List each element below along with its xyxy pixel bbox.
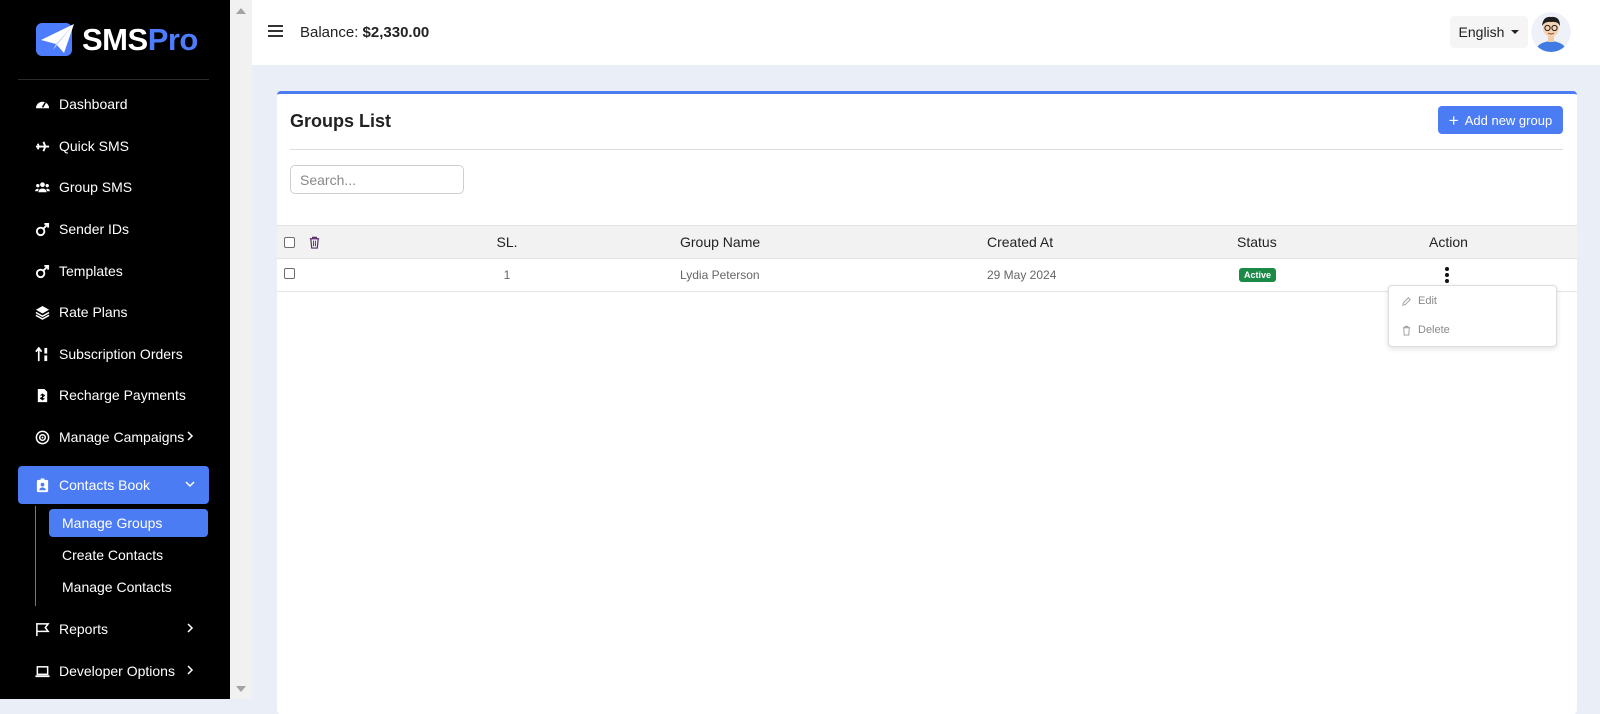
balance-value: $2,330.00 (362, 24, 430, 41)
sidebar-item-label: Templates (59, 263, 123, 279)
sidebar-item-manage-campaigns[interactable]: Manage Campaigns (18, 418, 209, 456)
sidebar-item-label: Contacts Book (59, 477, 151, 493)
balance-display: Balance: $2,330.00 (300, 24, 429, 41)
sidebar-subitem-manage-contacts[interactable]: Manage Contacts (49, 573, 208, 601)
chevron-right-icon (187, 665, 194, 675)
sort-icon (35, 346, 50, 362)
add-new-group-label: Add new group (1464, 112, 1553, 128)
plus-icon: + (1448, 110, 1459, 130)
action-dropdown-menu: Edit Delete (1388, 285, 1557, 347)
sidebar-item-reports[interactable]: Reports (18, 610, 209, 648)
invoice-icon (35, 388, 50, 403)
cell-sl: 1 (503, 267, 511, 282)
sidebar-item-dashboard[interactable]: Dashboard (18, 85, 209, 123)
balance-label: Balance: (300, 24, 359, 41)
pencil-icon (1402, 296, 1411, 306)
sidebar-item-label: Developer Options (59, 663, 175, 679)
sidebar-item-label: Rate Plans (59, 304, 128, 320)
column-header-sl: SL. (496, 234, 518, 250)
sidebar-item-label: Quick SMS (59, 138, 130, 154)
users-icon (35, 180, 50, 195)
paper-plane-logo-icon (36, 23, 74, 56)
layers-icon (35, 305, 50, 320)
mars-icon (35, 222, 50, 237)
divider (290, 149, 1563, 150)
submenu-line (35, 506, 36, 606)
edit-label: Edit (1418, 295, 1437, 307)
sidebar-item-quick-sms[interactable]: Quick SMS (18, 127, 209, 165)
sidebar-item-developer-options[interactable]: Developer Options (18, 652, 209, 690)
logo[interactable]: SMSPro (36, 20, 198, 60)
chevron-right-icon (187, 623, 194, 633)
sidebar-item-subscription-orders[interactable]: Subscription Orders (18, 335, 209, 373)
plane-icon (35, 139, 50, 154)
sidebar-subitem-manage-groups[interactable]: Manage Groups (49, 509, 208, 537)
sidebar-item-label: Recharge Payments (59, 387, 186, 403)
status-badge: Active (1239, 267, 1277, 282)
column-header-status: Status (1237, 234, 1277, 250)
edit-menu-item[interactable]: Edit (1401, 295, 1437, 307)
delete-menu-item[interactable]: Delete (1401, 324, 1450, 336)
sidebar-item-recharge-payments[interactable]: Recharge Payments (18, 376, 209, 414)
column-header-created-at: Created At (987, 234, 1054, 250)
groups-card: Groups List + Add new group SL. Group Na… (277, 91, 1577, 714)
sidebar-item-contacts-book[interactable]: Contacts Book (18, 466, 209, 504)
sidebar-item-label: Dashboard (59, 96, 128, 112)
divider (18, 79, 209, 80)
mars-icon (35, 264, 50, 279)
sidebar-subitem-create-contacts[interactable]: Create Contacts (49, 541, 208, 569)
scroll-down-arrow-icon[interactable] (236, 686, 246, 692)
table-header: SL. Group Name Created At Status Action (277, 225, 1577, 259)
caret-down-icon (1511, 30, 1520, 34)
add-new-group-button[interactable]: + Add new group (1438, 106, 1563, 134)
chevron-down-icon (185, 481, 195, 488)
delete-label: Delete (1418, 324, 1450, 336)
language-dropdown[interactable]: English (1450, 16, 1528, 48)
sidebar-item-label: Reports (59, 621, 109, 637)
trash-icon (1402, 325, 1411, 336)
cell-group-name: Lydia Peterson (680, 267, 760, 282)
laptop-icon (35, 664, 50, 679)
sidebar-item-label: Group SMS (59, 179, 133, 195)
select-all-checkbox[interactable] (284, 237, 295, 248)
chevron-right-icon (187, 431, 194, 441)
language-label: English (1458, 24, 1505, 40)
sidebar-item-label: Manage Campaigns (59, 429, 185, 445)
sidebar-item-label: Sender IDs (59, 221, 130, 237)
scroll-up-arrow-icon[interactable] (236, 8, 246, 14)
search-input[interactable] (290, 165, 464, 194)
more-actions-icon[interactable] (1445, 267, 1449, 285)
target-icon (35, 430, 50, 445)
sidebar-item-templates[interactable]: Templates (18, 252, 209, 290)
row-checkbox[interactable] (284, 268, 295, 279)
top-header: Balance: $2,330.00 English (252, 0, 1600, 65)
column-header-group-name: Group Name (680, 234, 761, 250)
logo-text: SMSPro (82, 22, 198, 57)
cell-created-at: 29 May 2024 (987, 267, 1057, 282)
sidebar-scrollbar[interactable] (230, 0, 252, 699)
trash-icon[interactable] (308, 226, 321, 258)
avatar[interactable] (1531, 12, 1571, 52)
sidebar: SMSPro Dashboard Quick SMS Group SMS Sen… (0, 0, 230, 699)
sidebar-item-sender-ids[interactable]: Sender IDs (18, 210, 209, 248)
sidebar-item-label: Subscription Orders (59, 346, 183, 362)
table-row: 1 Lydia Peterson 29 May 2024 Active (277, 258, 1577, 292)
cell-status: Active (1239, 258, 1277, 291)
page-title: Groups List (290, 111, 392, 131)
sidebar-item-rate-plans[interactable]: Rate Plans (18, 293, 209, 331)
menu-toggle-icon[interactable] (268, 25, 283, 38)
gauge-icon (35, 97, 50, 112)
address-book-icon (35, 477, 50, 493)
sidebar-item-group-sms[interactable]: Group SMS (18, 168, 209, 206)
column-header-action: Action (1429, 234, 1468, 250)
flag-icon (35, 622, 50, 637)
